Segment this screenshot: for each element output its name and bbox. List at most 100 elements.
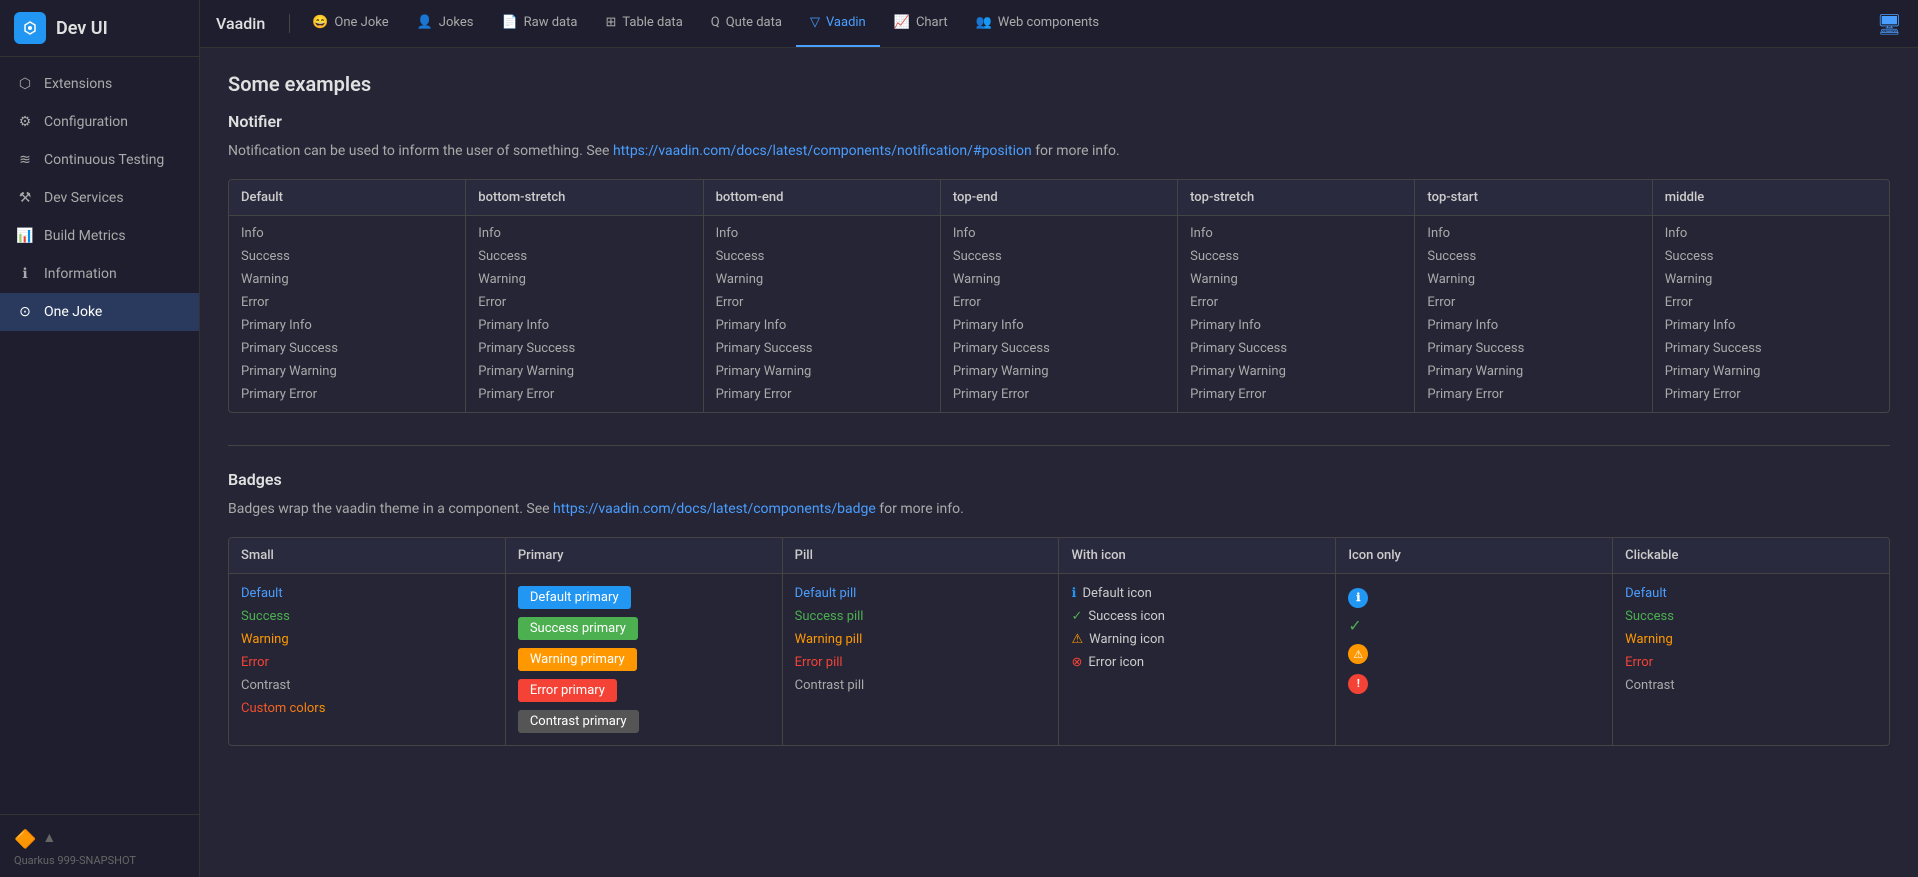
notifier-item-2-3[interactable]: Error <box>716 293 928 312</box>
notifier-item-3-7[interactable]: Primary Error <box>953 385 1165 404</box>
notifier-item-4-6[interactable]: Primary Warning <box>1190 362 1402 381</box>
nav-tab-web-components[interactable]: 👥 Web components <box>962 0 1114 47</box>
badge-small-5: Custom colors <box>241 701 493 716</box>
notifier-item-3-1[interactable]: Success <box>953 247 1165 266</box>
nav-tab-jokes[interactable]: 👤 Jokes <box>403 0 488 47</box>
notifier-item-3-2[interactable]: Warning <box>953 270 1165 289</box>
notifier-item-1-6[interactable]: Primary Warning <box>478 362 690 381</box>
notifier-item-6-7[interactable]: Primary Error <box>1665 385 1877 404</box>
nav-tab-qute-data[interactable]: Q Qute data <box>697 0 796 47</box>
badge-clickable-0[interactable]: Default <box>1625 586 1877 601</box>
badge-icon-3: ⊗ <box>1071 655 1082 670</box>
notifier-item-6-5[interactable]: Primary Success <box>1665 339 1877 358</box>
notifier-item-2-2[interactable]: Warning <box>716 270 928 289</box>
badge-primary-4[interactable]: Contrast primary <box>518 710 639 733</box>
chevron-up-icon[interactable]: ▲ <box>42 829 56 850</box>
notifier-item-5-6[interactable]: Primary Warning <box>1427 362 1639 381</box>
notifier-item-6-3[interactable]: Error <box>1665 293 1877 312</box>
sidebar-item-extensions[interactable]: ⬡ Extensions <box>0 65 199 103</box>
badge-primary-3[interactable]: Error primary <box>518 679 617 702</box>
notifier-item-0-6[interactable]: Primary Warning <box>241 362 453 381</box>
notifier-item-4-5[interactable]: Primary Success <box>1190 339 1402 358</box>
notifier-item-1-0[interactable]: Info <box>478 224 690 243</box>
notifier-item-5-2[interactable]: Warning <box>1427 270 1639 289</box>
badge-primary-1[interactable]: Success primary <box>518 617 638 640</box>
badge-clickable-1[interactable]: Success <box>1625 609 1877 624</box>
quarkus-icon[interactable]: 🔶 <box>14 829 36 850</box>
nav-tab-raw-data[interactable]: 📄 Raw data <box>487 0 591 47</box>
sidebar-item-build-metrics[interactable]: 📊 Build Metrics <box>0 217 199 255</box>
nav-tab-label-vaadin: Vaadin <box>826 15 866 30</box>
notifier-item-6-6[interactable]: Primary Warning <box>1665 362 1877 381</box>
badge-clickable-4[interactable]: Contrast <box>1625 678 1877 693</box>
nav-tab-vaadin[interactable]: ▽ Vaadin <box>796 0 880 47</box>
notifier-item-6-4[interactable]: Primary Info <box>1665 316 1877 335</box>
notifier-item-4-7[interactable]: Primary Error <box>1190 385 1402 404</box>
notifier-item-2-5[interactable]: Primary Success <box>716 339 928 358</box>
notifier-item-1-2[interactable]: Warning <box>478 270 690 289</box>
notifier-item-1-3[interactable]: Error <box>478 293 690 312</box>
notifier-item-2-0[interactable]: Info <box>716 224 928 243</box>
notifier-item-5-0[interactable]: Info <box>1427 224 1639 243</box>
notifier-item-1-1[interactable]: Success <box>478 247 690 266</box>
notifier-item-3-4[interactable]: Primary Info <box>953 316 1165 335</box>
notifier-item-5-7[interactable]: Primary Error <box>1427 385 1639 404</box>
badge-primary-2[interactable]: Warning primary <box>518 648 637 671</box>
notifier-item-2-6[interactable]: Primary Warning <box>716 362 928 381</box>
notifier-item-1-7[interactable]: Primary Error <box>478 385 690 404</box>
badges-items-5: Default Success Warning Error Contrast <box>1613 574 1889 705</box>
badge-small-1: Success <box>241 609 493 624</box>
badge-clickable-2[interactable]: Warning <box>1625 632 1877 647</box>
notifier-item-0-1[interactable]: Success <box>241 247 453 266</box>
notifier-item-2-4[interactable]: Primary Info <box>716 316 928 335</box>
notifier-item-4-4[interactable]: Primary Info <box>1190 316 1402 335</box>
badges-col-header-5: Clickable <box>1613 538 1889 574</box>
notifier-item-6-0[interactable]: Info <box>1665 224 1877 243</box>
sidebar-item-continuous-testing[interactable]: ≋ Continuous Testing <box>0 141 199 179</box>
notifier-item-5-5[interactable]: Primary Success <box>1427 339 1639 358</box>
notifier-item-4-1[interactable]: Success <box>1190 247 1402 266</box>
badges-link[interactable]: https://vaadin.com/docs/latest/component… <box>553 501 876 517</box>
notifier-item-4-2[interactable]: Warning <box>1190 270 1402 289</box>
badge-small-2: Warning <box>241 632 493 647</box>
monitor-icon[interactable]: 🖥 <box>1877 12 1902 36</box>
notifier-item-5-4[interactable]: Primary Info <box>1427 316 1639 335</box>
notifier-item-5-3[interactable]: Error <box>1427 293 1639 312</box>
notifier-col-header-2: bottom-end <box>704 180 940 216</box>
notifier-item-2-1[interactable]: Success <box>716 247 928 266</box>
notifier-item-6-1[interactable]: Success <box>1665 247 1877 266</box>
sidebar-item-dev-services[interactable]: ⚒ Dev Services <box>0 179 199 217</box>
notifier-item-0-3[interactable]: Error <box>241 293 453 312</box>
nav-tab-chart[interactable]: 📈 Chart <box>880 0 962 47</box>
notifier-item-4-0[interactable]: Info <box>1190 224 1402 243</box>
notifier-item-5-1[interactable]: Success <box>1427 247 1639 266</box>
notifier-item-0-2[interactable]: Warning <box>241 270 453 289</box>
notifier-link[interactable]: https://vaadin.com/docs/latest/component… <box>613 143 1032 159</box>
notifier-item-0-5[interactable]: Primary Success <box>241 339 453 358</box>
notifier-item-4-3[interactable]: Error <box>1190 293 1402 312</box>
notifier-item-0-0[interactable]: Info <box>241 224 453 243</box>
badge-icon-label-3: Error icon <box>1088 655 1144 670</box>
notifier-item-3-0[interactable]: Info <box>953 224 1165 243</box>
notifier-item-3-5[interactable]: Primary Success <box>953 339 1165 358</box>
nav-tab-one-joke[interactable]: 😄 One Joke <box>298 0 402 47</box>
badge-clickable-3[interactable]: Error <box>1625 655 1877 670</box>
notifier-item-6-2[interactable]: Warning <box>1665 270 1877 289</box>
sidebar-item-information[interactable]: ℹ Information <box>0 255 199 293</box>
notifier-item-0-4[interactable]: Primary Info <box>241 316 453 335</box>
notifier-item-1-5[interactable]: Primary Success <box>478 339 690 358</box>
sidebar-item-configuration[interactable]: ⚙ Configuration <box>0 103 199 141</box>
sidebar-item-one-joke[interactable]: ⊙ One Joke <box>0 293 199 331</box>
nav-tab-table-data[interactable]: ⊞ Table data <box>591 0 696 47</box>
notifier-item-1-4[interactable]: Primary Info <box>478 316 690 335</box>
badge-pill-4: Contrast pill <box>795 678 1047 693</box>
sidebar-footer: 🔶 ▲ Quarkus 999-SNAPSHOT <box>0 814 199 877</box>
badge-primary-0[interactable]: Default primary <box>518 586 631 609</box>
notifier-item-2-7[interactable]: Primary Error <box>716 385 928 404</box>
nav-tab-label-web-components: Web components <box>998 15 1099 30</box>
notifier-item-0-7[interactable]: Primary Error <box>241 385 453 404</box>
notifier-item-3-6[interactable]: Primary Warning <box>953 362 1165 381</box>
badges-col-0: SmallDefaultSuccessWarningErrorContrastC… <box>229 538 506 745</box>
notifier-item-3-3[interactable]: Error <box>953 293 1165 312</box>
badge-icon-only-0: ℹ <box>1348 586 1600 608</box>
